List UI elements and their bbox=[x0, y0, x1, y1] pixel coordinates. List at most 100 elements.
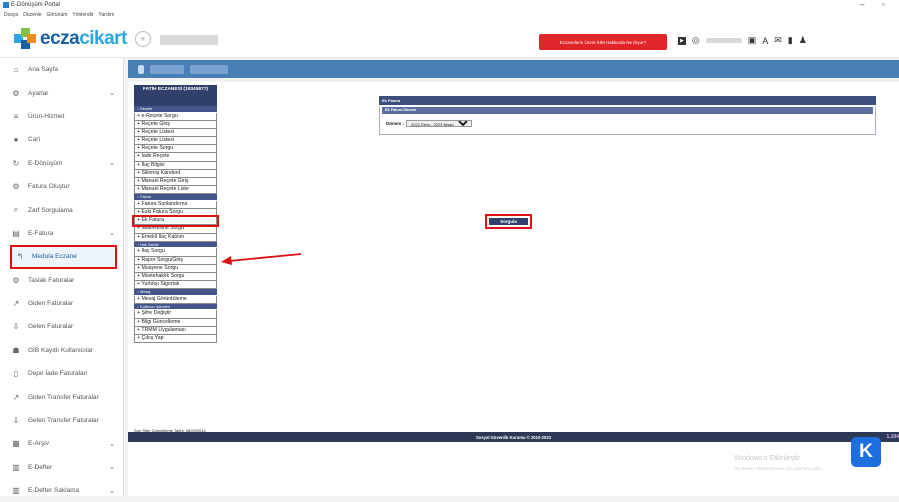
video-icon[interactable]: ▶ bbox=[678, 36, 686, 45]
chevron-down-icon[interactable]: ⌄ bbox=[109, 463, 115, 471]
sidebar-item-label: E-Dönüşüm bbox=[28, 159, 63, 167]
query-button[interactable]: Sorgula bbox=[489, 218, 528, 225]
menu-item[interactable]: Düzenle bbox=[23, 12, 41, 18]
menu-link[interactable]: + Emekli İlaç Katılım bbox=[134, 233, 217, 242]
activation-watermark-text: Windows'u etkinleştirmek için Ayarlar'a … bbox=[734, 466, 823, 471]
maximize-icon[interactable]: ▫ bbox=[882, 0, 885, 9]
menu-link[interactable]: + Mesaj Görüntüleme bbox=[134, 295, 217, 304]
menu-link[interactable]: + Reçete Listesi bbox=[134, 128, 217, 138]
bookmark-icon[interactable]: ▮ bbox=[788, 35, 793, 46]
menu-link[interactable]: + TRMM Uygulaması bbox=[134, 326, 217, 335]
sidebar-item[interactable]: ↗ Giden Faturalar bbox=[0, 292, 123, 315]
chevron-down-icon[interactable]: ⌄ bbox=[109, 229, 115, 237]
image-icon[interactable]: ▣ bbox=[748, 35, 757, 46]
sidebar-item-label: E-Defter Saklama bbox=[28, 487, 80, 495]
sidebar-item[interactable]: ↗ Giden Transfer Faturalar bbox=[0, 385, 123, 408]
menu-link[interactable]: + İlaç Sorgu bbox=[134, 248, 217, 257]
menu-link[interactable]: + Silinmiş Karekod bbox=[134, 169, 217, 178]
chevron-down-icon[interactable]: ⌄ bbox=[109, 89, 115, 97]
gear-icon: ⚙ bbox=[12, 88, 20, 98]
menu-item[interactable]: Yardım bbox=[99, 12, 115, 18]
brand-logo[interactable]: eczacikart + bbox=[14, 28, 151, 50]
invoice-icon: ▤ bbox=[12, 228, 20, 238]
plus-circle-icon[interactable]: + bbox=[134, 31, 151, 47]
ek-fatura-link[interactable]: + Ek Fatura bbox=[132, 215, 219, 228]
chevron-down-icon[interactable]: ⌄ bbox=[109, 440, 115, 448]
sidebar-item[interactable]: ⚙ Taslak Faturalar bbox=[0, 269, 123, 292]
sidebar: ⌂ Ana Sayfa ⚙ Ayarlar ⌄ ≡ Ürün-Hizmet ● Cari ↻ E-D… bbox=[0, 58, 124, 496]
breadcrumb-icon bbox=[138, 64, 144, 74]
sidebar-item-label: Giden Transfer Faturalar bbox=[28, 393, 99, 401]
menu-link[interactable]: + Çıkış Yap bbox=[134, 335, 217, 344]
sidebar-item-label: Giden Faturalar bbox=[28, 300, 74, 308]
sidebar-item-label: Gelen Transfer Faturalar bbox=[28, 417, 99, 425]
sidebar-item-label: Ayarlar bbox=[28, 89, 49, 97]
sidebar-item-label: Taslak Faturalar bbox=[28, 276, 75, 284]
ek-fatura-subtitle: Ek Fatura Dönem bbox=[382, 107, 873, 114]
sidebar-item-label: E-Arşiv bbox=[28, 440, 49, 448]
menu-link[interactable]: + Bilgi Güncelleme bbox=[134, 318, 217, 327]
minimize-icon[interactable]: – bbox=[860, 0, 864, 9]
alert-button[interactable]: Eczanelerin Ücret İHM Hakkında Ne Diyor? bbox=[539, 34, 667, 50]
chevron-down-icon[interactable]: ⌄ bbox=[109, 159, 115, 167]
user-menu-icon[interactable]: ♟ bbox=[799, 35, 807, 46]
menu-item[interactable]: Görünüm bbox=[47, 12, 68, 18]
sidebar-item[interactable]: ⌂ Ana Sayfa bbox=[0, 58, 123, 81]
menu-bar: Dosya Düzenle Görünüm Yönlendir Yardım bbox=[0, 10, 899, 20]
sidebar-item[interactable]: ⚙ Ayarlar ⌄ bbox=[0, 81, 123, 104]
menu-link[interactable]: + Reçete Giriş bbox=[134, 120, 217, 129]
menu-item[interactable]: Dosya bbox=[4, 12, 18, 18]
sidebar-item[interactable]: ⇩ Gelen Faturalar bbox=[0, 315, 123, 338]
arrow-left-icon: ↰ bbox=[16, 252, 24, 262]
users-icon: ☗ bbox=[12, 345, 20, 355]
sidebar-item[interactable]: ⚙ Fatura Oluştur bbox=[0, 175, 123, 198]
menu-link[interactable]: + İade Reçete bbox=[134, 153, 217, 162]
sidebar-item[interactable]: ▤ E-Fatura ⌄ bbox=[0, 222, 123, 245]
book-icon: ▥ bbox=[12, 486, 20, 496]
sidebar-item-label: Medula Eczane bbox=[32, 253, 77, 261]
sidebar-item[interactable]: ↻ E-Dönüşüm ⌄ bbox=[0, 152, 123, 175]
menu-link[interactable]: + Fatura Sonlandırma bbox=[134, 200, 217, 210]
menu-link[interactable]: + Manuel Reçete Liste bbox=[134, 186, 217, 195]
list-icon: ≡ bbox=[13, 111, 19, 121]
menu-link[interactable]: + Rapor Sorgu/Giriş bbox=[134, 256, 217, 265]
window-title-bar: E-Dönüşüm Portal – ▫ bbox=[0, 0, 899, 10]
sidebar-item[interactable]: ● Cari bbox=[0, 128, 123, 151]
sidebar-item-label: E-Fatura bbox=[28, 229, 54, 237]
menu-link[interactable]: + Manuel Reçete Giriş bbox=[134, 178, 217, 187]
sidebar-item[interactable]: ▯ Depo İade Faturaları bbox=[0, 362, 123, 385]
sidebar-item[interactable]: ▥ E-Defter Saklama ⌄ bbox=[0, 479, 123, 502]
period-select[interactable]: 2022 Ekim - 2023 Nisan bbox=[406, 120, 472, 127]
breadcrumb-item[interactable] bbox=[190, 64, 228, 74]
menu-link[interactable]: + Reçete Sorgu bbox=[134, 145, 217, 154]
ek-fatura-panel: Ek Fatura Ek Fatura Dönem Dönem : 2022 E… bbox=[379, 96, 876, 229]
menu-link[interactable]: + e-Reçete Sorgu bbox=[134, 112, 217, 121]
text-icon[interactable]: A bbox=[762, 36, 768, 46]
sidebar-item[interactable]: ↰ Medula Eczane bbox=[10, 245, 117, 269]
menu-item[interactable]: Yönlendir bbox=[72, 12, 93, 18]
menu-link[interactable]: + Şifre Değiştir bbox=[134, 310, 217, 319]
sidebar-item[interactable]: ⇩ Gelen Transfer Faturalar bbox=[0, 409, 123, 432]
menu-link[interactable]: + Müstehaklık Sorgu bbox=[134, 272, 217, 282]
menu-link[interactable]: + Eski Fatura Sorgu bbox=[134, 209, 217, 218]
breadcrumb-item[interactable] bbox=[150, 64, 184, 74]
sidebar-item[interactable]: ▦ E-Arşiv ⌄ bbox=[0, 432, 123, 455]
refresh-icon: ↻ bbox=[12, 158, 20, 168]
instagram-icon[interactable]: ◎ bbox=[692, 35, 700, 46]
activation-watermark-title: Windows'u Etkinleştir bbox=[734, 455, 800, 462]
menu-link[interactable]: + İade/Kesinti Sorgu bbox=[134, 225, 217, 234]
footer-number: 1.104 bbox=[886, 434, 899, 440]
menu-link[interactable]: + Yurtdışı Sigortalı bbox=[134, 281, 217, 290]
menu-link[interactable]: + İlaç Bilgisi bbox=[134, 161, 217, 170]
chevron-down-icon[interactable]: ⌄ bbox=[109, 487, 115, 495]
sidebar-item-label: GİB Kayıtlı Kullanıcılar bbox=[28, 346, 94, 354]
mail-icon[interactable]: ✉ bbox=[774, 35, 782, 46]
menu-link[interactable]: + Reçete Listesi bbox=[134, 137, 217, 146]
sidebar-item[interactable]: ≡ Ürün-Hizmet bbox=[0, 105, 123, 128]
k-badge-icon[interactable]: K bbox=[851, 437, 881, 467]
sidebar-item[interactable]: ▥ E-Defter ⌄ bbox=[0, 456, 123, 479]
menu-link[interactable]: + Muayene Sorgu bbox=[134, 264, 217, 273]
user-icon: ● bbox=[13, 135, 19, 145]
sidebar-item[interactable]: ⌕ Zarf Sorgulama bbox=[0, 198, 123, 221]
sidebar-item[interactable]: ☗ GİB Kayıtlı Kullanıcılar bbox=[0, 339, 123, 362]
